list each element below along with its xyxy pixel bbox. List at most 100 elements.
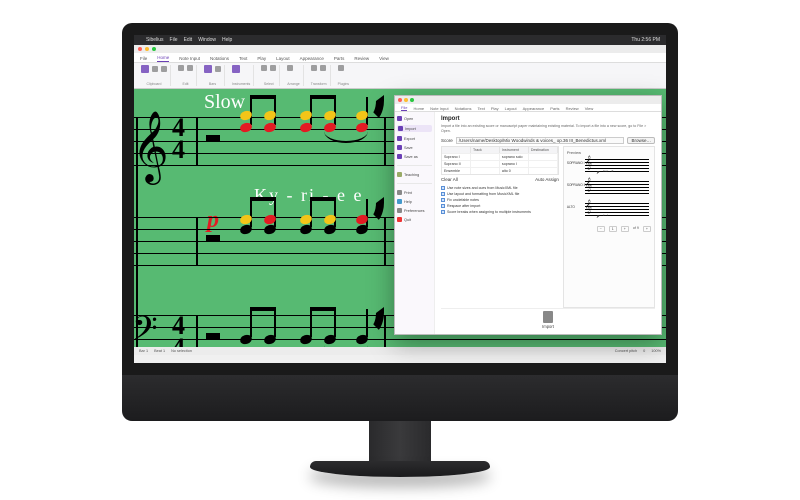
- arrange-icon[interactable]: [287, 65, 293, 71]
- sidebar-item-quit[interactable]: Quit: [397, 217, 432, 222]
- ribbon-tab[interactable]: Notations: [455, 106, 472, 111]
- ribbon-tab[interactable]: File: [401, 105, 407, 111]
- ribbon-tab[interactable]: Layout: [505, 106, 517, 111]
- sidebar-item-saveas[interactable]: Save as: [397, 154, 432, 159]
- ribbon-tab[interactable]: Review: [566, 106, 579, 111]
- ribbon-tab[interactable]: Home: [157, 55, 169, 62]
- ribbon-tab[interactable]: View: [585, 106, 594, 111]
- rest[interactable]: [206, 235, 220, 241]
- copy-icon[interactable]: [161, 66, 167, 72]
- retro-icon[interactable]: [320, 65, 326, 71]
- auto-assign-link[interactable]: Auto Assign: [535, 177, 559, 182]
- option-checkbox[interactable]: Use layout and formatting from MusicXML …: [441, 192, 559, 196]
- ribbon-tab[interactable]: Text: [239, 56, 247, 62]
- option-checkbox[interactable]: Respace after import: [441, 204, 559, 208]
- import-button[interactable]: Import: [542, 324, 554, 329]
- file-path-field[interactable]: /Users/name/Desktop/Mix Woodwinds & voic…: [456, 137, 625, 144]
- browse-button[interactable]: Browse…: [627, 137, 655, 144]
- notehead[interactable]: [299, 121, 313, 133]
- rest[interactable]: [206, 135, 220, 141]
- rest[interactable]: [206, 333, 220, 339]
- minimize-icon[interactable]: [404, 98, 408, 102]
- delete-bar-icon[interactable]: [215, 66, 221, 72]
- add-bar-icon[interactable]: [204, 65, 212, 73]
- notehead[interactable]: [323, 223, 337, 235]
- pager-page[interactable]: 1: [609, 226, 617, 232]
- transpose-icon[interactable]: [311, 65, 317, 71]
- zoom-level[interactable]: 100%: [651, 349, 661, 353]
- ribbon-tab[interactable]: Review: [354, 56, 369, 62]
- pager-zoom[interactable]: +: [643, 226, 651, 232]
- minimize-icon[interactable]: [145, 47, 149, 51]
- tempo-text[interactable]: Slow: [204, 91, 245, 114]
- table-row[interactable]: Ensemblealto 0: [442, 167, 558, 174]
- ribbon-tab[interactable]: Note Input: [430, 106, 448, 111]
- filter-icon[interactable]: [270, 65, 276, 71]
- maximize-icon[interactable]: [152, 47, 156, 51]
- sidebar-item-help[interactable]: Help: [397, 199, 432, 204]
- close-icon[interactable]: [398, 98, 402, 102]
- table-row[interactable]: Soprano Isoprano solo: [442, 153, 558, 160]
- import-icon[interactable]: [543, 311, 553, 323]
- maximize-icon[interactable]: [410, 98, 414, 102]
- ribbon-tab[interactable]: Layout: [276, 56, 290, 62]
- notehead[interactable]: [299, 223, 313, 235]
- notehead[interactable]: [263, 333, 277, 345]
- cut-icon[interactable]: [152, 66, 158, 72]
- notehead[interactable]: [239, 121, 253, 133]
- select-icon[interactable]: [261, 65, 267, 71]
- ribbon-tab[interactable]: Appearance: [523, 106, 545, 111]
- ribbon-tab[interactable]: Text: [478, 106, 485, 111]
- ribbon-tab[interactable]: Note Input: [179, 56, 200, 62]
- instruments-icon[interactable]: [232, 65, 240, 73]
- time-signature[interactable]: 4 4: [172, 117, 185, 161]
- preview-lyric: Con - di: [603, 169, 614, 173]
- ribbon-group: Clipboard: [138, 65, 171, 86]
- menubar-item[interactable]: Help: [222, 37, 232, 43]
- lyrics-text[interactable]: Ky - ri - e e: [254, 185, 363, 206]
- ribbon-tab[interactable]: Play: [257, 56, 266, 62]
- redo-icon[interactable]: [187, 65, 193, 71]
- clear-all-link[interactable]: Clear All: [441, 177, 458, 182]
- sidebar-item-print[interactable]: Print: [397, 190, 432, 195]
- plugins-icon[interactable]: [338, 65, 344, 71]
- flag-icon: [366, 95, 376, 109]
- notehead[interactable]: [263, 223, 277, 235]
- notehead[interactable]: [239, 333, 253, 345]
- close-icon[interactable]: [138, 47, 142, 51]
- sidebar-item-preferences[interactable]: Preferences: [397, 208, 432, 213]
- pager-next[interactable]: +: [621, 226, 629, 232]
- sidebar-item-import[interactable]: Import: [397, 125, 432, 132]
- sidebar-item-save[interactable]: Save: [397, 145, 432, 150]
- help-icon: [397, 199, 402, 204]
- notehead[interactable]: [263, 121, 277, 133]
- undo-icon[interactable]: [178, 65, 184, 71]
- table-row[interactable]: Soprano IIsoprano I: [442, 160, 558, 167]
- ribbon-tab[interactable]: File: [140, 56, 147, 62]
- menubar-item[interactable]: Window: [198, 37, 216, 43]
- option-checkbox[interactable]: Score breaks when assigning to multiple …: [441, 210, 559, 214]
- sidebar-item-teaching[interactable]: Teaching: [397, 172, 432, 177]
- menubar-item[interactable]: File: [170, 37, 178, 43]
- paste-icon[interactable]: [141, 65, 149, 73]
- notehead[interactable]: [355, 223, 369, 235]
- menubar-item[interactable]: Edit: [184, 37, 193, 43]
- menubar-item[interactable]: Sibelius: [146, 37, 164, 43]
- notehead[interactable]: [299, 333, 313, 345]
- ribbon-tab[interactable]: Play: [491, 106, 499, 111]
- ribbon-group-label: Select: [261, 82, 276, 86]
- ribbon-tab[interactable]: Appearance: [300, 56, 324, 62]
- option-checkbox[interactable]: Use note sizes and cues from MusicXML fi…: [441, 186, 559, 190]
- ribbon-tab[interactable]: Parts: [334, 56, 345, 62]
- ribbon-tab[interactable]: Home: [413, 106, 424, 111]
- pager-prev[interactable]: −: [597, 226, 605, 232]
- ribbon-tab[interactable]: Notations: [210, 56, 229, 62]
- ribbon-tab[interactable]: Parts: [550, 106, 559, 111]
- notehead[interactable]: [239, 223, 253, 235]
- option-checkbox[interactable]: Fix unclefable notes: [441, 198, 559, 202]
- sidebar-item-export[interactable]: Export: [397, 136, 432, 141]
- checkbox-icon: [441, 198, 445, 202]
- sidebar-item-open[interactable]: Open: [397, 116, 432, 121]
- status-text: 0: [643, 349, 645, 353]
- ribbon-tab[interactable]: View: [379, 56, 389, 62]
